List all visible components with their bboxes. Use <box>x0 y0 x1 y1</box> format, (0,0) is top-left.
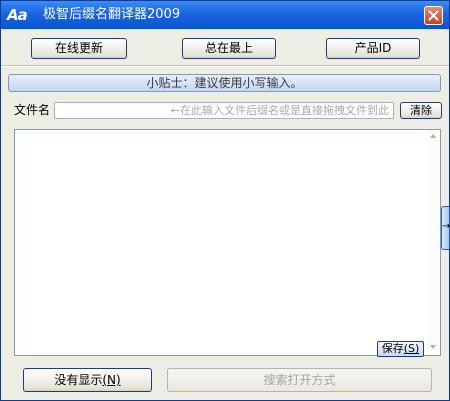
always-on-top-button[interactable]: 总在最上 <box>182 38 276 59</box>
save-hotkey: (S) <box>403 342 420 355</box>
no-display-button[interactable]: 没有显示(N) <box>23 368 152 392</box>
no-display-hotkey: (N) <box>102 373 121 387</box>
close-icon <box>428 10 439 21</box>
scroll-down-icon[interactable] <box>430 345 436 349</box>
close-button[interactable] <box>424 6 443 25</box>
online-update-button[interactable]: 在线更新 <box>31 38 127 59</box>
clear-button[interactable]: 清除 <box>400 102 442 119</box>
title-bar[interactable]: Aa 极智后缀名翻译器2009 <box>1 1 449 29</box>
scroll-up-icon[interactable] <box>430 134 436 138</box>
file-name-label: 文件名 <box>14 103 51 117</box>
tip-bar: 小贴士：建议使用小写输入。 <box>8 74 441 92</box>
app-window: Aa 极智后缀名翻译器2009 在线更新 总在最上 产品ID 小贴士：建议使用小… <box>0 0 450 401</box>
app-logo-icon: Aa <box>7 6 28 24</box>
save-label: 保存 <box>381 342 404 355</box>
divider <box>1 65 449 67</box>
expand-panel-handle[interactable]: → <box>441 206 450 250</box>
product-id-button[interactable]: 产品ID <box>326 38 420 59</box>
vertical-scrollbar[interactable] <box>427 130 440 355</box>
result-text-area[interactable]: 保存(S) <box>14 129 441 357</box>
search-open-method-button[interactable]: 搜索打开方式 <box>167 368 432 392</box>
arrow-right-icon: → <box>442 221 450 232</box>
save-button[interactable]: 保存(S) <box>377 341 424 357</box>
window-title: 极智后缀名翻译器2009 <box>43 7 181 22</box>
no-display-label: 没有显示 <box>54 373 103 387</box>
file-extension-input[interactable] <box>54 102 394 119</box>
